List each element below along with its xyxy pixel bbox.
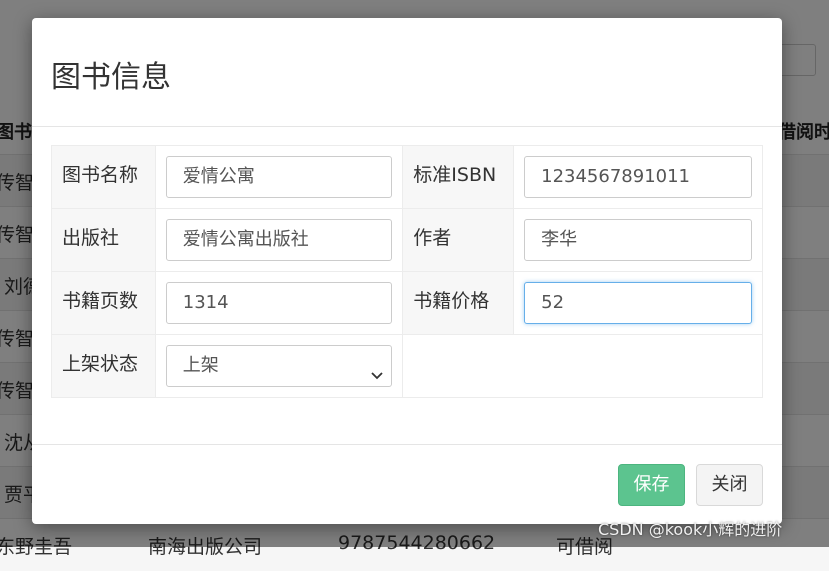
pages-label: 书籍页数 — [51, 271, 156, 335]
press-label: 出版社 — [51, 208, 156, 272]
chevron-down-icon — [371, 357, 383, 397]
status-select[interactable]: 上架 — [165, 345, 393, 387]
status-select-value: 上架 — [182, 355, 219, 376]
modal-title: 图书信息 — [51, 60, 171, 95]
save-button[interactable]: 保存 — [618, 464, 685, 506]
press-input[interactable]: 爱情公寓出版社 — [165, 219, 393, 261]
close-button[interactable]: 关闭 — [696, 464, 763, 506]
price-label: 书籍价格 — [402, 271, 515, 335]
book-name-input[interactable]: 爱情公寓 — [165, 156, 393, 198]
author-label: 作者 — [402, 208, 515, 272]
modal-footer-divider — [32, 444, 782, 445]
book-name-label: 图书名称 — [51, 145, 156, 209]
empty-cell — [402, 334, 763, 398]
isbn-label: 标准ISBN — [402, 145, 515, 209]
author-input[interactable]: 李华 — [524, 219, 752, 261]
pages-input[interactable]: 1314 — [165, 282, 393, 324]
price-input[interactable]: 52 — [524, 282, 752, 324]
status-label: 上架状态 — [51, 334, 156, 398]
isbn-input[interactable]: 1234567891011 — [524, 156, 752, 198]
watermark: CSDN @kook小辉的进阶 — [598, 520, 783, 539]
book-form-table: 图书名称 爱情公寓 标准ISBN 1234567891011 出版社 爱情公寓出… — [51, 145, 763, 398]
modal-header-divider — [32, 126, 782, 127]
book-info-modal: 图书信息 图书名称 爱情公寓 标准ISBN 1234567891011 出版社 … — [32, 18, 782, 524]
